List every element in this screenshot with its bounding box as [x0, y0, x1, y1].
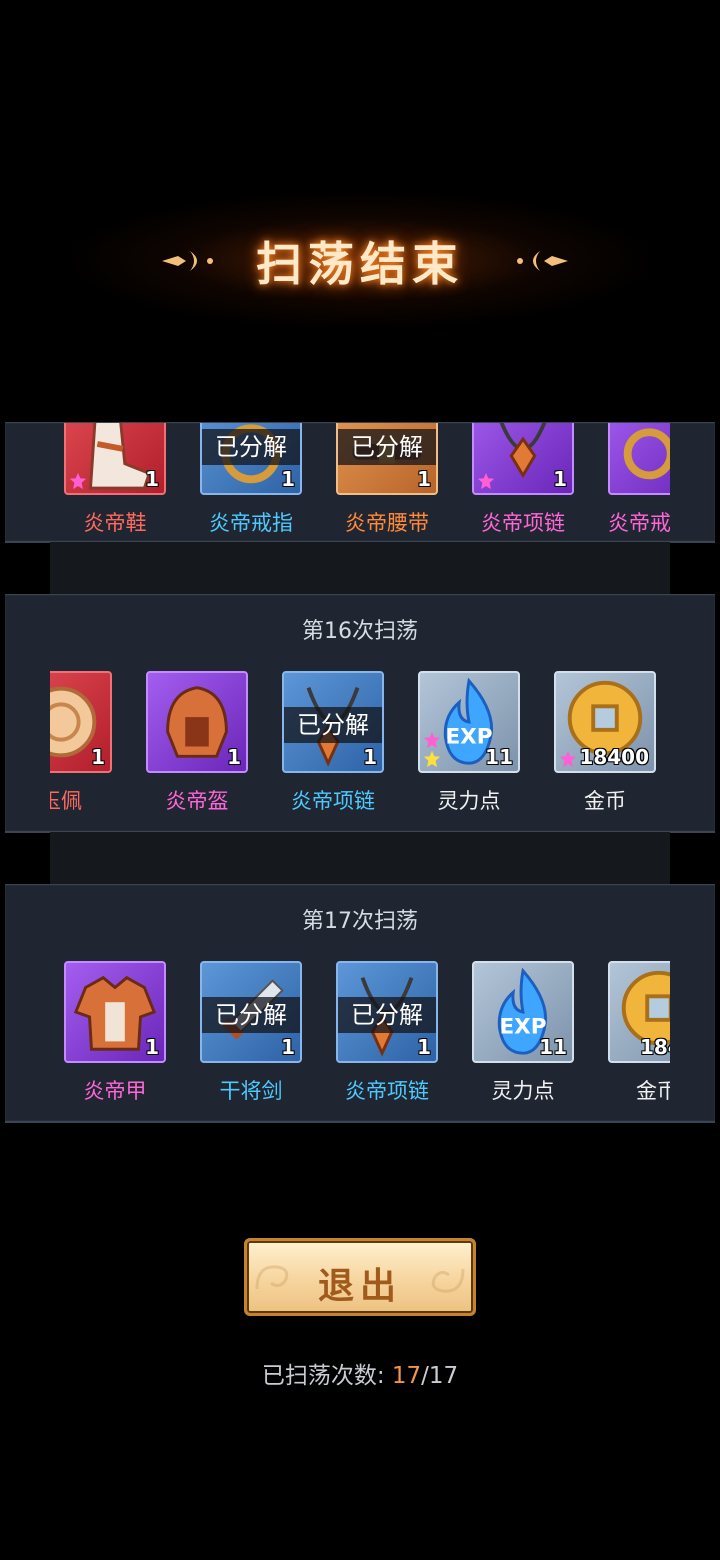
star-icon [69, 472, 87, 490]
sweep-title: 第17次扫荡 [302, 909, 418, 934]
right-ornament-icon [517, 251, 568, 271]
item-name: 炎帝盔 [165, 789, 229, 813]
item-name: 炎帝腰带 [345, 511, 429, 535]
decomposed-badge: 已分解 [338, 429, 436, 465]
progress-total: /17 [421, 1363, 459, 1389]
reward-row: 1 玉佩 1 炎帝盔 已分解 1 炎帝项链 EXP 11 灵力点 18400 金… [50, 671, 670, 821]
item-count: 1 [553, 467, 567, 491]
sweep-panel-partial: 1 炎帝鞋 已分解 1 炎帝戒指 已分解 1 炎帝腰带 1 炎帝项链 炎帝戒 [5, 422, 715, 543]
item-count: 1 [145, 467, 159, 491]
star-icon [423, 750, 441, 768]
item-count: 1 [91, 745, 105, 769]
item-count: 1 [281, 1035, 295, 1059]
item-name: 炎帝戒 [608, 511, 670, 535]
item-count: 1 [417, 467, 431, 491]
sweep-title: 第16次扫荡 [302, 619, 418, 644]
decomposed-badge: 已分解 [202, 997, 300, 1033]
background-panel [50, 542, 670, 594]
item-count: 11 [539, 1035, 567, 1059]
reward-row: 1 炎帝甲 已分解 1 干将剑 已分解 1 炎帝项链 EXP 11 灵力点 18… [50, 961, 670, 1111]
item-count: 11 [485, 745, 513, 769]
item-name: 灵力点 [437, 789, 501, 813]
item-name: 干将剑 [219, 1079, 283, 1103]
title-banner: 扫荡结束 [0, 190, 720, 340]
ring-icon [623, 428, 670, 480]
background-panel [50, 832, 670, 884]
item-name: 金币 [584, 789, 626, 813]
sweep-panel-16: 第16次扫荡 1 玉佩 1 炎帝盔 已分解 1 炎帝项链 EXP 11 灵力点 … [5, 594, 715, 833]
page-title: 扫荡结束 [256, 237, 464, 291]
swirl-ornament-icon [431, 1268, 465, 1293]
sweep-panel-17: 第17次扫荡 1 炎帝甲 已分解 1 干将剑 已分解 1 炎帝项链 EXP 11… [5, 884, 715, 1123]
item-name: 炎帝项链 [291, 789, 375, 813]
item-name: 炎帝项链 [345, 1079, 429, 1103]
item-count: 1 [227, 745, 241, 769]
progress-done: 17 [391, 1363, 422, 1389]
sweep-progress: 已扫荡次数: 17/17 [0, 1356, 720, 1390]
exit-button[interactable]: 退出 [244, 1238, 476, 1316]
star-icon [423, 731, 441, 749]
item-count: 1 [145, 1035, 159, 1059]
item-count: 184 [640, 1035, 670, 1059]
progress-label: 已扫荡次数: [261, 1363, 385, 1389]
star-icon [477, 472, 495, 490]
item-count: 1 [417, 1035, 431, 1059]
item-name: 灵力点 [491, 1079, 555, 1103]
reward-row: 1 炎帝鞋 已分解 1 炎帝戒指 已分解 1 炎帝腰带 1 炎帝项链 炎帝戒 [50, 423, 670, 543]
item-name: 玉佩 [50, 789, 82, 813]
star-icon [559, 750, 577, 768]
item-count: 1 [281, 467, 295, 491]
item-count: 1 [363, 745, 377, 769]
decomposed-badge: 已分解 [202, 429, 300, 465]
decomposed-badge: 已分解 [338, 997, 436, 1033]
item-name: 炎帝甲 [83, 1079, 147, 1103]
item-name: 炎帝项链 [481, 511, 565, 535]
item-name: 金币 [636, 1079, 670, 1103]
item-count: 18400 [579, 745, 649, 769]
item-name: 炎帝鞋 [83, 511, 147, 535]
item-name: 炎帝戒指 [209, 511, 293, 535]
decomposed-badge: 已分解 [284, 707, 382, 743]
